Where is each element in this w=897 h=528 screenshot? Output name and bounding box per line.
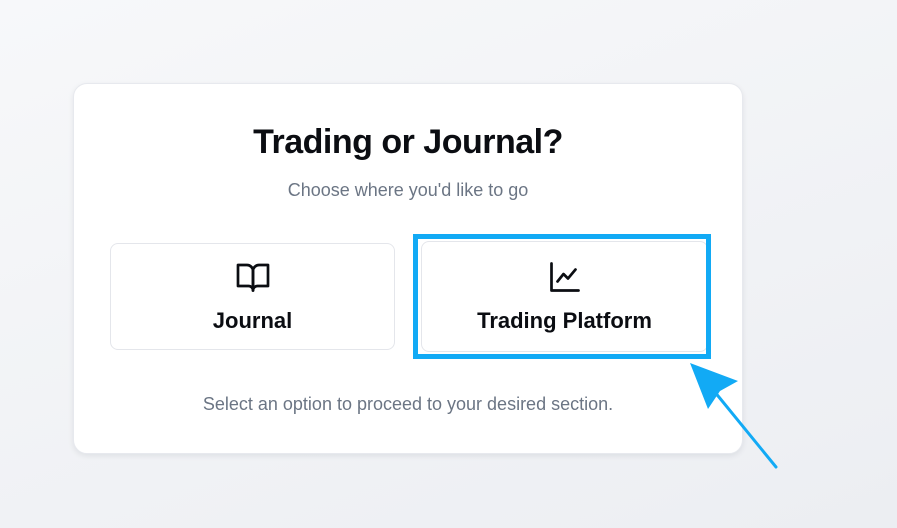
destination-dialog: Trading or Journal? Choose where you'd l… xyxy=(73,83,743,454)
journal-option-label: Journal xyxy=(212,308,293,333)
dialog-subtitle: Choose where you'd like to go xyxy=(287,180,529,200)
trading-platform-option-label: Trading Platform xyxy=(477,308,652,333)
journal-option-button[interactable]: Journal xyxy=(110,243,395,350)
open-book-icon xyxy=(236,263,269,292)
line-chart-icon xyxy=(549,262,580,292)
trading-platform-option-button[interactable]: Trading Platform xyxy=(421,241,708,352)
dialog-title: Trading or Journal? xyxy=(253,123,563,161)
dialog-footer-hint: Select an option to proceed to your desi… xyxy=(202,394,614,414)
